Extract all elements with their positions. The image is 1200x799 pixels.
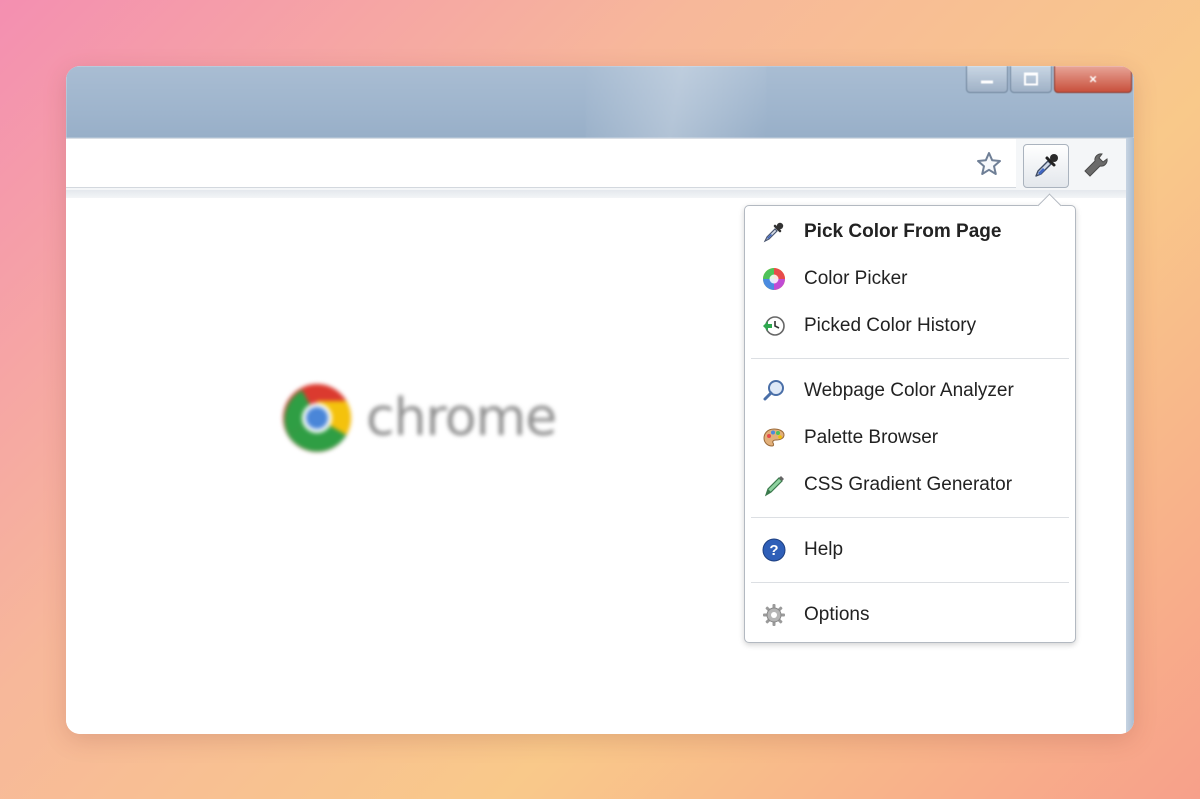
- window-title-bar: ×: [66, 66, 1134, 138]
- menu-item-options[interactable]: Options: [745, 595, 1075, 635]
- title-bar-glare: [586, 66, 766, 138]
- palette-icon: [761, 425, 787, 451]
- color-wheel-icon: [761, 266, 787, 292]
- menu-separator: [751, 517, 1069, 518]
- window-controls: ×: [964, 66, 1132, 96]
- menu-item-picked-color-history[interactable]: Picked Color History: [745, 306, 1075, 346]
- window-right-frame: [1126, 138, 1134, 734]
- menu-item-label: CSS Gradient Generator: [804, 474, 1013, 495]
- menu-item-webpage-color-analyzer[interactable]: Webpage Color Analyzer: [745, 371, 1075, 411]
- minimize-icon: [981, 80, 993, 84]
- history-icon: [761, 313, 787, 339]
- menu-item-pick-color-from-page[interactable]: Pick Color From Page: [745, 212, 1075, 252]
- menu-item-label: Color Picker: [804, 268, 908, 289]
- menu-item-label: Pick Color From Page: [804, 221, 1002, 242]
- menu-separator: [751, 582, 1069, 583]
- menu-item-palette-browser[interactable]: Palette Browser: [745, 418, 1075, 458]
- color-picker-dropdown-menu: Pick Color From Page Color Picker Picked…: [744, 193, 1076, 643]
- menu-item-color-picker[interactable]: Color Picker: [745, 259, 1075, 299]
- svg-text:?: ?: [769, 542, 778, 559]
- menu-item-label: Palette Browser: [804, 427, 939, 448]
- address-bar[interactable]: [66, 139, 1016, 188]
- minimize-button[interactable]: [966, 66, 1008, 93]
- chrome-logo-text: chrome: [366, 388, 557, 448]
- eyedropper-icon: [1035, 154, 1058, 177]
- menu-item-label: Picked Color History: [804, 315, 977, 336]
- menu-item-label: Options: [804, 604, 870, 625]
- close-icon: ×: [1089, 71, 1097, 87]
- menu-item-label: Help: [804, 539, 844, 560]
- chrome-logo-area: chrome: [282, 338, 582, 498]
- menu-item-css-gradient-generator[interactable]: CSS Gradient Generator: [745, 465, 1075, 505]
- wrench-icon[interactable]: [1082, 151, 1110, 179]
- color-picker-extension-button[interactable]: [1023, 144, 1069, 188]
- browser-toolbar: [66, 138, 1126, 191]
- maximize-button[interactable]: [1010, 66, 1052, 93]
- menu-item-help[interactable]: ? Help: [745, 530, 1075, 570]
- close-button[interactable]: ×: [1054, 66, 1132, 93]
- eyedropper-icon: [761, 219, 787, 245]
- chrome-logo-icon: [283, 384, 351, 452]
- pen-icon: [761, 472, 787, 498]
- maximize-icon: [1024, 72, 1038, 86]
- star-icon[interactable]: [976, 151, 1002, 177]
- magnifier-icon: [761, 378, 787, 404]
- menu-separator: [751, 358, 1069, 359]
- toolbar-shadow: [66, 190, 1126, 198]
- menu-item-label: Webpage Color Analyzer: [804, 380, 1014, 401]
- gear-icon: [761, 602, 787, 628]
- help-icon: ?: [761, 537, 787, 563]
